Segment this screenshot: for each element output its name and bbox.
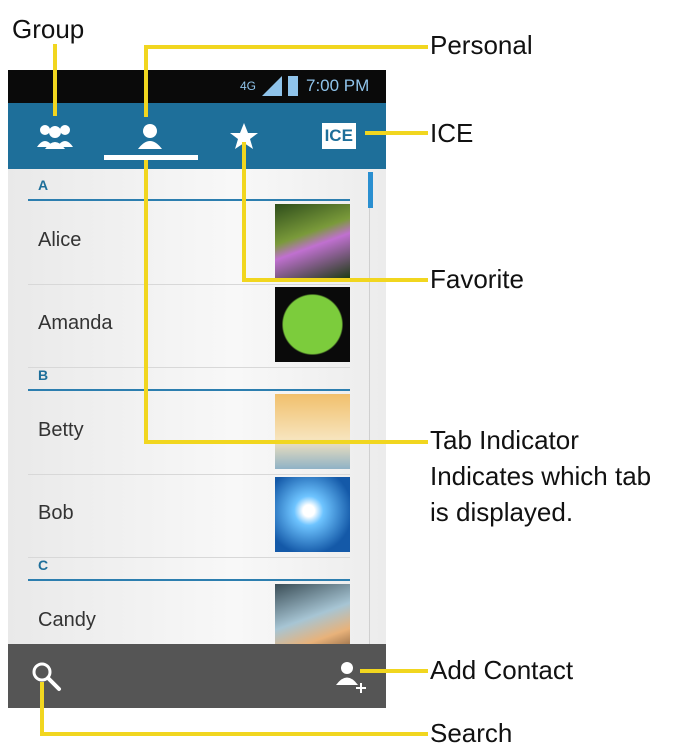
leader-line-group [53,44,57,116]
bottom-action-bar [8,644,386,708]
leader-line-search-h [40,732,428,736]
scrollbar-thumb[interactable] [368,172,373,208]
battery-icon [288,76,298,96]
callout-personal: Personal [430,30,533,60]
person-icon [135,121,165,151]
contact-name: Candy [38,609,96,631]
leader-line-tab-indicator [144,160,148,442]
contact-list: A Alice Amanda B Betty Bob C Candy [8,169,386,659]
callout-tab-indicator-desc-2: is displayed. [430,497,574,527]
contact-name: Alice [38,229,82,251]
contact-photo [275,394,350,469]
contact-row[interactable]: Alice [28,201,350,285]
contact-name: Betty [38,419,84,441]
callout-search: Search [430,718,513,748]
add-contact-icon[interactable] [333,658,369,699]
section-header: A [28,177,350,201]
contact-photo [275,477,350,552]
search-icon[interactable] [30,660,62,697]
leader-line-tab-indicator-h [144,440,428,444]
tab-ice[interactable]: ICE [292,103,387,169]
callout-favorite: Favorite [430,264,524,294]
leader-line-personal-h [144,45,428,49]
phone-screen: 4G 7:00 PM ICE A Alice Amanda B Betty Bo… [8,70,386,708]
tab-indicator [104,155,198,160]
signal-icon [262,76,282,101]
leader-line-search [40,682,44,734]
leader-line-favorite [242,142,246,280]
contact-photo [275,204,350,279]
scroll-track [369,208,370,648]
callout-tab-indicator-desc-1: Indicates which tab [430,461,652,491]
contact-name: Bob [38,502,74,524]
contact-photo [275,287,350,362]
contact-name: Amanda [38,312,113,334]
group-icon [35,121,75,151]
callout-add-contact: Add Contact [430,655,574,685]
section-header: C [28,557,350,581]
callout-ice: ICE [430,118,474,148]
network-indicator: 4G [240,79,257,93]
contact-row[interactable]: Betty [28,391,350,475]
status-bar: 4G 7:00 PM [8,70,386,103]
contact-row[interactable]: Bob [28,474,350,558]
callout-tab-indicator: Tab Indicator [430,425,579,455]
contact-row[interactable]: Amanda [28,284,350,368]
leader-line-favorite-h [242,278,428,282]
leader-line-add-contact [360,669,428,673]
section-header: B [28,367,350,391]
leader-line-ice [365,131,428,135]
leader-line-personal [144,45,148,117]
ice-icon: ICE [321,123,356,149]
callout-group: Group [12,14,85,44]
clock: 7:00 PM [306,76,370,95]
